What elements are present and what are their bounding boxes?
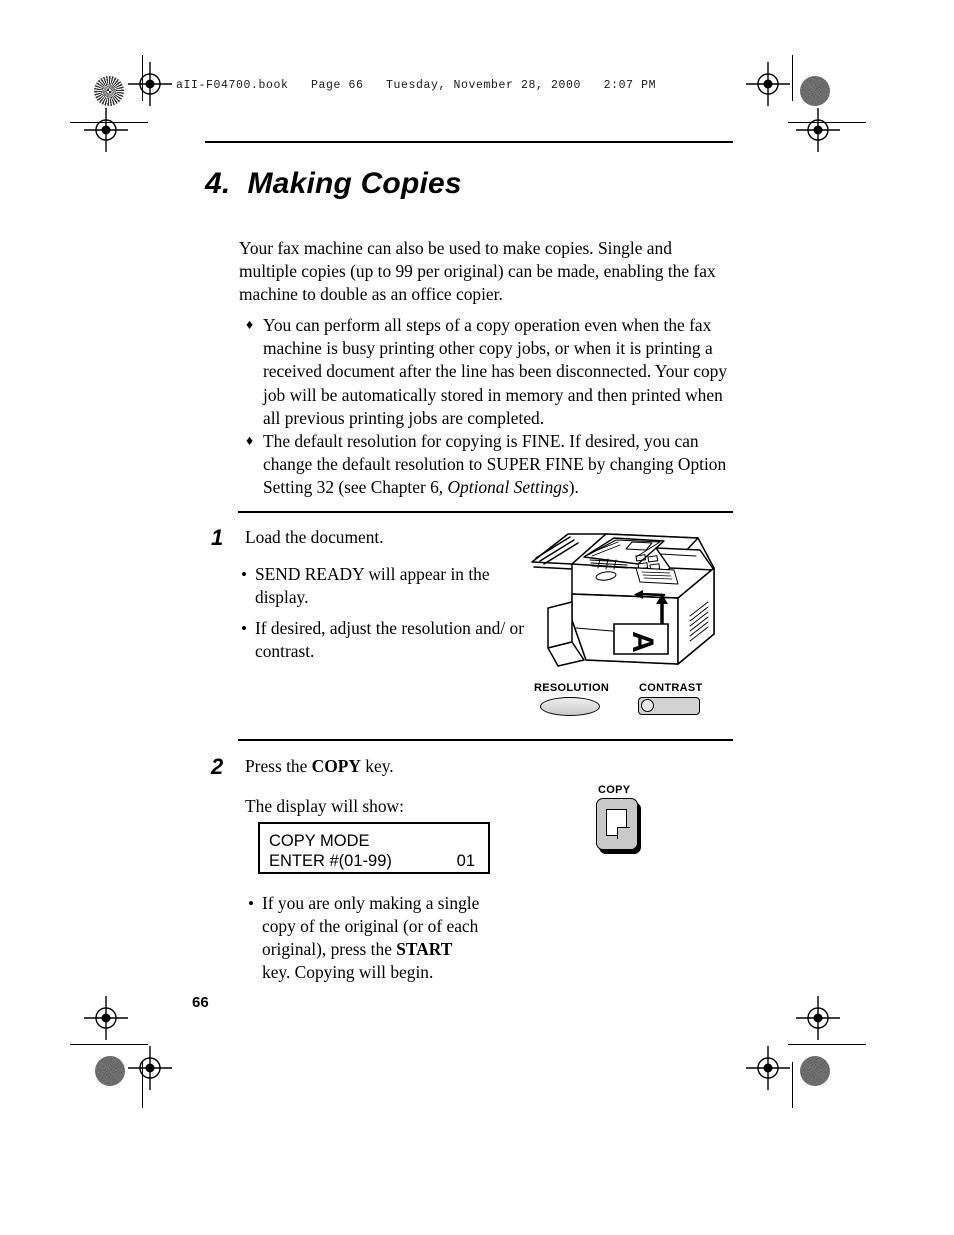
header-rule — [205, 141, 733, 143]
step-2-bullet-1-text: If you are only making a single copy of … — [262, 892, 480, 984]
intro-paragraph: Your fax machine can also be used to mak… — [239, 238, 716, 305]
registration-mark-left-upper — [84, 108, 128, 152]
step-2-lead-part2: key. — [360, 756, 394, 776]
page-title: 4. Making Copies — [205, 167, 462, 200]
registration-mark-bottom-right — [746, 1046, 790, 1090]
step-2-lead-part1: Press the — [245, 756, 312, 776]
contrast-knob-icon — [641, 699, 654, 712]
note-bullet-2: ♦ The default resolution for copying is … — [246, 430, 738, 500]
round-bullet-icon: • — [248, 894, 254, 913]
page-fold-corner-icon — [617, 827, 630, 839]
registration-mark-bottom-left — [128, 1046, 172, 1090]
halftone-target-bottom-left — [95, 1056, 125, 1086]
registration-mark-right-upper — [796, 108, 840, 152]
trim-line-right-top-horizontal — [788, 122, 866, 123]
optional-settings-reference: Optional Settings — [447, 477, 569, 498]
trim-line-top-right-vertical — [792, 55, 793, 101]
halftone-target-bottom-right — [800, 1056, 830, 1086]
step-2-bullet-1: • If you are only making a single copy o… — [248, 892, 480, 984]
contrast-label: CONTRAST — [639, 682, 703, 694]
step-1-bullet-1-text: SEND READY will appear in the display. — [255, 564, 490, 607]
step-1-body: Load the document. — [245, 526, 511, 549]
halftone-target-top-right — [800, 76, 830, 106]
round-bullet-icon: • — [241, 565, 247, 584]
page-number: 66 — [192, 994, 209, 1011]
lcd-line-1-left: COPY MODE — [269, 832, 370, 850]
copy-key-button[interactable] — [596, 798, 638, 850]
lcd-line-2-left: ENTER #(01-99) — [269, 852, 392, 870]
step-1-divider-rule — [238, 511, 733, 513]
fax-machine-illustration: A — [528, 524, 724, 676]
halftone-target-top-left — [94, 76, 124, 106]
trim-line-top-left-vertical — [142, 55, 143, 101]
step-1-bullet-2: • If desired, adjust the resolution and/… — [241, 617, 526, 663]
step-1-bullet-1: • SEND READY will appear in the display. — [241, 563, 519, 609]
trim-line-bottom-right-vertical — [792, 1062, 793, 1108]
display-intro-text: The display will show: — [245, 796, 404, 816]
book-file-header: aII-F04700.book Page 66 Tuesday, Novembe… — [176, 79, 657, 92]
registration-mark-top-right — [746, 62, 790, 106]
trim-line-left-top-horizontal — [70, 122, 148, 123]
lcd-line-2: ENTER #(01-99) 01 — [269, 851, 479, 871]
step-2-body: Press the COPY key. — [245, 755, 541, 778]
registration-mark-right-lower — [796, 996, 840, 1040]
manual-page: aII-F04700.book Page 66 Tuesday, Novembe… — [0, 0, 954, 1235]
step-2-bullet-1-part2: key. Copying will begin. — [262, 962, 434, 982]
copy-key-name: COPY — [311, 756, 361, 776]
note-bullet-2-text-part2: ). — [568, 477, 579, 498]
trim-line-bottom-left-vertical — [142, 1062, 143, 1108]
contrast-button[interactable] — [638, 697, 700, 715]
resolution-label: RESOLUTION — [534, 682, 610, 694]
lcd-display: COPY MODE ENTER #(01-99) 01 — [258, 822, 490, 874]
diamond-bullet-icon: ♦ — [246, 434, 254, 449]
note-bullet-2-text: The default resolution for copying is FI… — [263, 430, 738, 500]
step-1-lead: Load the document. — [245, 527, 384, 547]
step-2-divider-rule — [238, 739, 733, 741]
copy-key-label: COPY — [598, 784, 631, 796]
resolution-button[interactable] — [540, 697, 600, 716]
round-bullet-icon: • — [241, 619, 247, 638]
step-1-bullet-2-text: If desired, adjust the resolution and/ o… — [255, 618, 525, 661]
note-bullet-1-text: You can perform all steps of a copy oper… — [263, 315, 728, 428]
trim-line-left-bottom-horizontal — [70, 1044, 148, 1045]
step-1: 1 Load the document. — [211, 526, 511, 549]
step-2-number: 2 — [211, 754, 224, 779]
registration-mark-top-left — [128, 62, 172, 106]
step-2-lead: Press the COPY key. — [245, 755, 541, 777]
svg-text:A: A — [626, 631, 659, 653]
registration-mark-left-lower — [84, 996, 128, 1040]
lcd-line-1: COPY MODE — [269, 831, 479, 851]
trim-line-right-bottom-horizontal — [788, 1044, 866, 1045]
lcd-line-1-right — [475, 831, 479, 851]
lcd-line-2-count: 01 — [456, 852, 475, 870]
note-bullet-1: ♦ You can perform all steps of a copy op… — [246, 314, 738, 430]
diamond-bullet-icon: ♦ — [246, 318, 254, 333]
start-key-name: START — [396, 939, 453, 959]
step-1-number: 1 — [211, 525, 224, 550]
step-2: 2 Press the COPY key. — [211, 755, 541, 778]
